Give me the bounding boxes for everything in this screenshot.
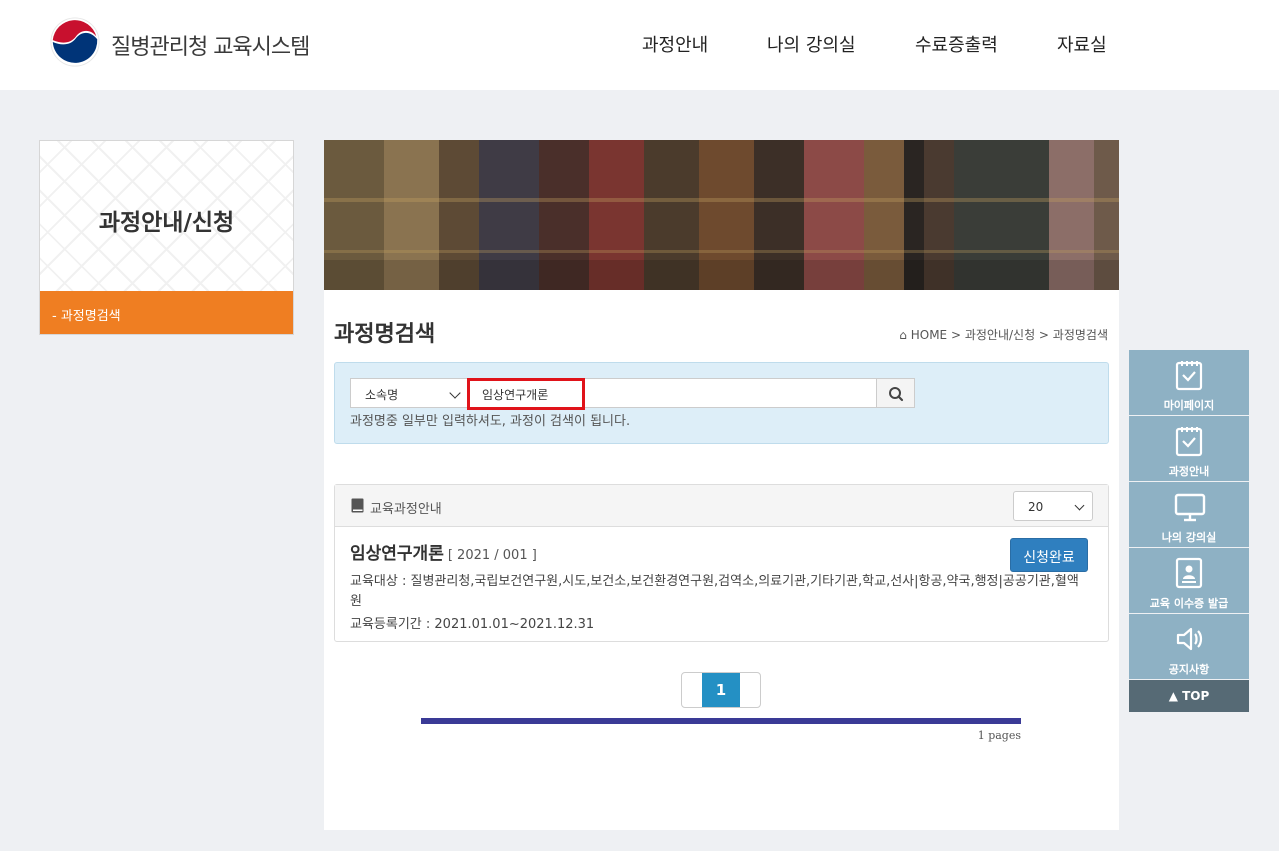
monitor-icon (1174, 493, 1206, 522)
nav-certificate-print[interactable]: 수료증출력 (915, 31, 998, 57)
book-icon (351, 498, 364, 513)
quick-mypage-label: 마이페이지 (1163, 399, 1215, 412)
nav-course-info[interactable]: 과정안내 (642, 31, 708, 57)
quick-course-info-label: 과정안내 (1168, 465, 1210, 478)
quick-notice[interactable]: 공지사항 (1129, 614, 1249, 680)
speaker-icon (1176, 627, 1203, 651)
main-content: 과정명검색 ⌂ HOME > 과정안내/신청 > 과정명검색 소속명 임상연구개… (324, 140, 1119, 830)
breadcrumb: ⌂ HOME > 과정안내/신청 > 과정명검색 (899, 326, 1108, 343)
search-hint: 과정명중 일부만 입력하셔도, 과정이 검색이 됩니다. (350, 414, 631, 429)
course-target: 교육대상 : 질병관리청,국립보건연구원,시도,보건소,보건환경연구원,검역소,… (350, 574, 1079, 609)
sidebar-title: 과정안내/신청 (98, 210, 235, 236)
pagination: 1 (681, 672, 761, 708)
search-box: 소속명 임상연구개론 과정명중 일부만 입력하셔도, 과정이 검색이 됩니다. (334, 362, 1109, 444)
course-item-title[interactable]: 임상연구개론[ 2021 / 001 ] (350, 539, 537, 564)
header: 질병관리청 교육시스템 과정안내 나의 강의실 수료증출력 자료실 (0, 0, 1279, 90)
page-progress-bar (421, 718, 1021, 724)
scroll-top-button[interactable]: ▲ TOP (1129, 680, 1249, 712)
quick-certificate-label: 교육 이수증 발급 (1149, 597, 1229, 610)
nav-resources[interactable]: 자료실 (1057, 31, 1107, 57)
quick-certificate[interactable]: 교육 이수증 발급 (1129, 548, 1249, 614)
sidebar-item-course-search[interactable]: - 과정명검색 (40, 291, 293, 334)
kdca-logo-icon[interactable] (48, 17, 102, 67)
quick-course-info[interactable]: 과정안내 (1129, 416, 1249, 482)
quick-notice-label: 공지사항 (1168, 663, 1210, 676)
search-button[interactable] (876, 378, 915, 408)
course-list-title: 교육과정안내 (370, 502, 442, 517)
search-category-select[interactable]: 소속명 (350, 378, 468, 408)
search-input[interactable]: 임상연구개론 (467, 378, 877, 408)
course-list-header: 교육과정안내 20 (335, 485, 1108, 527)
course-list-panel: 교육과정안내 20 임상연구개론[ 2021 / 001 ] 신청완료 교육대상… (334, 484, 1109, 642)
search-icon (889, 387, 904, 402)
course-period: 교육등록기간 : 2021.01.01~2021.12.31 (350, 617, 595, 632)
course-code: [ 2021 / 001 ] (447, 548, 537, 563)
breadcrumb-text: HOME > 과정안내/신청 > 과정명검색 (910, 328, 1108, 342)
bookshelf-banner-image (324, 140, 1119, 290)
page-current[interactable]: 1 (702, 673, 740, 707)
quick-my-classroom-label: 나의 강의실 (1161, 531, 1217, 544)
chevron-down-icon (1074, 500, 1085, 511)
page-title: 과정명검색 (334, 322, 436, 347)
sidebar: 과정안내/신청 - 과정명검색 (39, 140, 294, 335)
nav-my-classroom[interactable]: 나의 강의실 (767, 31, 856, 57)
checklist-icon (1175, 361, 1203, 391)
search-category-value: 소속명 (365, 388, 399, 402)
chevron-down-icon (449, 387, 461, 399)
quick-mypage[interactable]: 마이페이지 (1129, 350, 1249, 416)
logo-text[interactable]: 질병관리청 교육시스템 (111, 29, 310, 61)
home-icon: ⌂ (899, 328, 911, 342)
pages-count: 1 pages (977, 729, 1021, 742)
per-page-select[interactable]: 20 (1013, 491, 1093, 521)
quick-menu: 마이페이지 과정안내 나의 강의실 교육 이수증 발급 공지사항 ▲ TOP (1129, 350, 1249, 712)
course-name[interactable]: 임상연구개론 (350, 544, 444, 564)
applied-status-button[interactable]: 신청완료 (1010, 538, 1088, 572)
quick-my-classroom[interactable]: 나의 강의실 (1129, 482, 1249, 548)
certificate-icon (1175, 557, 1203, 589)
checklist-icon (1175, 427, 1203, 457)
per-page-value: 20 (1028, 500, 1044, 514)
